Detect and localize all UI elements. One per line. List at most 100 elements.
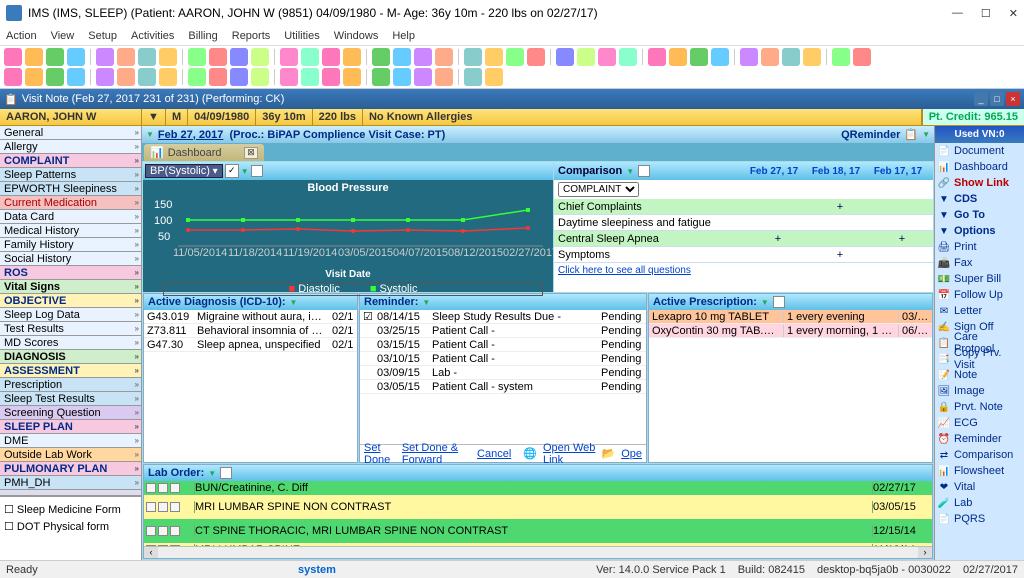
qreminder-icon[interactable]: 📋 [904, 128, 918, 141]
nav-family-history[interactable]: Family History» [0, 238, 141, 252]
toolbar-button[interactable] [556, 48, 574, 66]
rnav-comparison[interactable]: ⇄Comparison [935, 447, 1024, 463]
rnav-image[interactable]: 🖼Image [935, 383, 1024, 399]
lab-icon[interactable] [146, 483, 156, 493]
toolbar-button[interactable] [414, 68, 432, 86]
toolbar-button[interactable] [343, 48, 361, 66]
patient-dropdown-icon[interactable]: ▼ [148, 111, 159, 123]
rnav-copy-prv-visit[interactable]: 📑Copy Prv. Visit [935, 351, 1024, 367]
qreminder-expand-icon[interactable]: ▼ [922, 130, 930, 139]
nav-objective[interactable]: OBJECTIVE» [0, 294, 141, 308]
toolbar-button[interactable] [280, 68, 298, 86]
lab-icon[interactable] [146, 502, 156, 512]
toolbar-button[interactable] [322, 68, 340, 86]
toolbar-button[interactable] [485, 48, 503, 66]
nav-data-card[interactable]: Data Card» [0, 210, 141, 224]
toolbar-button[interactable] [4, 48, 22, 66]
toolbar-button[interactable] [648, 48, 666, 66]
rnav-show-link[interactable]: 🔗Show Link [935, 175, 1024, 191]
toolbar-button[interactable] [393, 48, 411, 66]
lab-opt-icon[interactable] [220, 467, 232, 479]
toolbar-button[interactable] [138, 48, 156, 66]
lab-icon[interactable] [158, 526, 168, 536]
rx-row[interactable]: OxyContin 30 mg TAB.SR 12H1 every mornin… [649, 324, 932, 338]
rnav-go-to[interactable]: ▼Go To [935, 207, 1024, 223]
menu-utilities[interactable]: Utilities [284, 30, 319, 42]
expand-icon[interactable]: ▼ [146, 130, 154, 139]
menu-view[interactable]: View [51, 30, 75, 42]
close-button[interactable]: ✕ [1009, 7, 1018, 20]
toolbar-button[interactable] [853, 48, 871, 66]
toolbar-button[interactable] [803, 48, 821, 66]
open-web-link[interactable]: Open Web Link [543, 442, 596, 466]
chart-metric-dropdown[interactable]: BP(Systolic) ▾ [145, 164, 223, 178]
nav-sleep-test-results[interactable]: Sleep Test Results» [0, 392, 141, 406]
toolbar-button[interactable] [832, 48, 850, 66]
lab-row[interactable]: BUN/Creatinine, C. Diff02/27/17 [144, 481, 932, 495]
chart-tri-icon[interactable]: ▼ [241, 167, 249, 176]
lab-icon[interactable] [146, 526, 156, 536]
rnav-super-bill[interactable]: 💵Super Bill [935, 271, 1024, 287]
comp-tri-icon[interactable]: ▼ [626, 167, 634, 176]
maximize-button[interactable]: ☐ [981, 7, 991, 20]
toolbar-button[interactable] [117, 68, 135, 86]
nav-epworth-sleepiness[interactable]: EPWORTH Sleepiness» [0, 182, 141, 196]
toolbar-button[interactable] [96, 48, 114, 66]
rnav-print[interactable]: 🖨Print [935, 239, 1024, 255]
nav-vital-signs[interactable]: Vital Signs» [0, 280, 141, 294]
toolbar-button[interactable] [4, 68, 22, 86]
nav-outside-lab-work[interactable]: Outside Lab Work» [0, 448, 141, 462]
rnav-prvt-note[interactable]: 🔒Prvt. Note [935, 399, 1024, 415]
dashboard-tab[interactable]: 📊 Dashboard ⊠ [144, 144, 264, 161]
lab-tri-icon[interactable]: ▼ [208, 469, 216, 478]
nav-sleep-log-data[interactable]: Sleep Log Data» [0, 308, 141, 322]
menu-billing[interactable]: Billing [188, 30, 217, 42]
toolbar-button[interactable] [301, 48, 319, 66]
rnav-follow-up[interactable]: 📅Follow Up [935, 287, 1024, 303]
toolbar-button[interactable] [230, 68, 248, 86]
comparison-row[interactable]: Chief Complaints+ [554, 199, 933, 215]
toolbar-button[interactable] [485, 68, 503, 86]
toolbar-button[interactable] [506, 48, 524, 66]
reminder-row[interactable]: 03/25/15Patient Call - Pending [360, 324, 646, 338]
menu-activities[interactable]: Activities [131, 30, 174, 42]
nav-test-results[interactable]: Test Results» [0, 322, 141, 336]
toolbar-button[interactable] [690, 48, 708, 66]
toolbar-button[interactable] [67, 68, 85, 86]
comparison-row[interactable]: Daytime sleepiness and fatigue [554, 215, 933, 231]
toolbar-button[interactable] [46, 48, 64, 66]
nav-medical-history[interactable]: Medical History» [0, 224, 141, 238]
toolbar-button[interactable] [230, 48, 248, 66]
comparison-row[interactable]: Central Sleep Apnea++ [554, 231, 933, 247]
subwin-maximize[interactable]: □ [990, 92, 1004, 106]
reminder-row[interactable]: 03/05/15Patient Call - systemPending [360, 380, 646, 394]
dashboard-tab-close[interactable]: ⊠ [244, 147, 258, 159]
menu-help[interactable]: Help [392, 30, 415, 42]
rnav-options[interactable]: ▼Options [935, 223, 1024, 239]
set-done-link[interactable]: Set Done [364, 442, 396, 466]
chart-opt-icon[interactable] [251, 165, 263, 177]
toolbar-button[interactable] [301, 68, 319, 86]
diag-tri-icon[interactable]: ▼ [290, 298, 298, 307]
toolbar-button[interactable] [711, 48, 729, 66]
diagnosis-row[interactable]: G43.019Migraine without aura, intractabl… [144, 310, 357, 324]
rnav-flowsheet[interactable]: 📊Flowsheet [935, 463, 1024, 479]
rnav-dashboard[interactable]: 📊Dashboard [935, 159, 1024, 175]
nav-dme[interactable]: DME» [0, 434, 141, 448]
toolbar-button[interactable] [159, 48, 177, 66]
diagnosis-row[interactable]: Z73.811Behavioral insomnia of childhood,… [144, 324, 357, 338]
menu-windows[interactable]: Windows [334, 30, 379, 42]
form-link[interactable]: ☐ Sleep Medicine Form [4, 501, 137, 518]
lab-icon[interactable] [170, 526, 180, 536]
toolbar-button[interactable] [435, 68, 453, 86]
rx-row[interactable]: Lexapro 10 mg TABLET1 every evening03/19 [649, 310, 932, 324]
reminder-row[interactable]: ☑08/14/15Sleep Study Results Due - Pendi… [360, 310, 646, 324]
form-link[interactable]: ☐ DOT Physical form [4, 518, 137, 535]
lab-icon[interactable] [170, 502, 180, 512]
nav-ros[interactable]: ROS» [0, 266, 141, 280]
toolbar-button[interactable] [188, 68, 206, 86]
rnav-letter[interactable]: ✉Letter [935, 303, 1024, 319]
toolbar-button[interactable] [251, 68, 269, 86]
toolbar-button[interactable] [619, 48, 637, 66]
toolbar-button[interactable] [393, 68, 411, 86]
